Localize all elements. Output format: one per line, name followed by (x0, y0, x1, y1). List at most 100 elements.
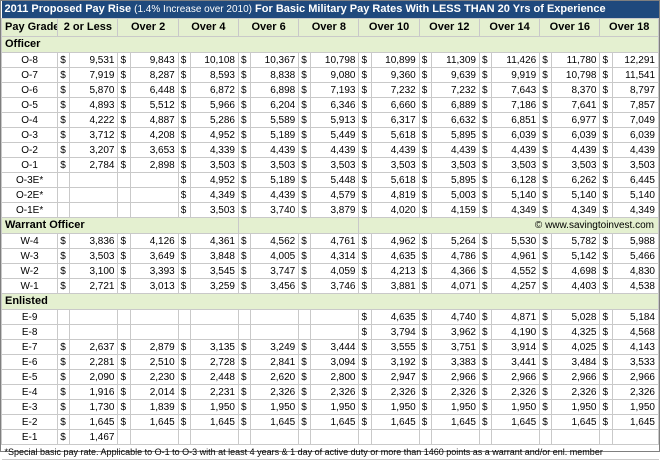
currency-cell: $ (599, 354, 613, 370)
currency-cell: $ (358, 187, 372, 203)
pay-value-cell: 1,645 (129, 414, 179, 430)
currency-cell (539, 429, 553, 445)
pay-value-cell: 11,541 (611, 67, 660, 83)
pay-value-cell (310, 309, 360, 325)
table-row: W-3 $3,503 $3,649 $3,848 $4,005 $4,314 $4,635 $… (0, 248, 660, 264)
currency-cell: $ (237, 82, 252, 98)
currency-cell: $ (57, 339, 71, 355)
section-spacer (237, 217, 360, 234)
pay-value-cell: 4,439 (370, 142, 420, 158)
title-main: 2011 Proposed Pay Rise (4, 3, 132, 15)
currency-cell: $ (478, 248, 493, 264)
table-row: O-2 $3,207 $3,653 $4,339 $4,439 $4,439 $4,439 $… (0, 142, 660, 158)
pay-value-cell: 2,231 (189, 384, 239, 400)
pay-value-cell: 2,281 (69, 354, 119, 370)
pay-value-cell: 5,140 (611, 187, 660, 203)
pay-value-cell: 2,800 (310, 369, 360, 385)
currency-cell: $ (478, 142, 493, 158)
footnote: *Special basic pay rate. Applicable to O… (1, 444, 659, 460)
pay-value-cell: 7,049 (611, 112, 660, 128)
currency-cell: $ (358, 324, 372, 340)
pay-value-cell: 2,326 (491, 384, 541, 400)
pay-value-cell: 5,988 (611, 233, 660, 249)
section-name: Enlisted (1, 293, 659, 310)
currency-cell: $ (418, 263, 432, 279)
currency-cell: $ (358, 233, 372, 249)
pay-value-cell: 9,843 (129, 52, 179, 68)
pay-grade-cell: W-1 (0, 278, 59, 294)
currency-cell: $ (117, 233, 131, 249)
currency-cell: $ (177, 414, 191, 430)
currency-cell: $ (539, 248, 553, 264)
currency-cell: $ (418, 202, 432, 218)
pay-value-cell: 7,919 (69, 67, 119, 83)
currency-cell: $ (358, 157, 372, 173)
currency-cell: $ (177, 67, 191, 83)
pay-value-cell: 6,448 (129, 82, 179, 98)
currency-cell: $ (478, 278, 493, 294)
pay-value-cell: 5,449 (310, 127, 360, 143)
pay-value-cell: 5,028 (551, 309, 601, 325)
section-header-row: Officer (1, 36, 659, 53)
pay-value-cell: 4,208 (129, 127, 179, 143)
pay-grade-cell: E-4 (0, 384, 59, 400)
currency-cell: $ (599, 52, 613, 68)
column-header: Over 18 (599, 18, 659, 37)
pay-value-cell: 4,349 (611, 202, 660, 218)
pay-value-cell: 3,259 (189, 278, 239, 294)
currency-cell: $ (237, 202, 252, 218)
pay-value-cell: 1,950 (430, 399, 480, 415)
currency-cell: $ (418, 414, 432, 430)
currency-cell: $ (298, 112, 312, 128)
pay-value-cell: 4,830 (611, 263, 660, 279)
currency-cell: $ (599, 369, 613, 385)
pay-value-cell: 1,950 (611, 399, 660, 415)
currency-cell: $ (57, 82, 71, 98)
currency-cell (57, 187, 71, 203)
section-name: Officer (1, 36, 659, 53)
currency-cell: $ (177, 52, 191, 68)
table-row: E-6 $2,281 $2,510 $2,728 $2,841 $3,094 $3,192 $… (0, 354, 660, 370)
currency-cell: $ (177, 369, 191, 385)
currency-cell (298, 429, 312, 445)
currency-cell: $ (418, 369, 432, 385)
table-row: E-7 $2,637 $2,879 $3,135 $3,249 $3,444 $3,555 $… (0, 339, 660, 355)
pay-value-cell: 6,632 (430, 112, 480, 128)
currency-cell: $ (237, 248, 252, 264)
currency-cell: $ (177, 202, 191, 218)
pay-value-cell: 5,782 (551, 233, 601, 249)
currency-cell: $ (117, 354, 131, 370)
pay-value-cell: 5,140 (551, 187, 601, 203)
pay-value-cell: 4,552 (491, 263, 541, 279)
table-row: E-2 $1,645 $1,645 $1,645 $1,645 $1,645 $1,645 $… (0, 414, 660, 430)
pay-value-cell: 3,649 (129, 248, 179, 264)
currency-cell: $ (237, 399, 252, 415)
currency-cell: $ (298, 399, 312, 415)
pay-value-cell: 1,645 (491, 414, 541, 430)
pay-value-cell: 6,977 (551, 112, 601, 128)
pay-grade-cell: O-6 (0, 82, 59, 98)
pay-value-cell (250, 309, 300, 325)
pay-value-cell: 2,728 (189, 354, 239, 370)
pay-value-cell: 7,641 (551, 97, 601, 113)
pay-table-sheet: 2011 Proposed Pay Rise (1.4% Increase ov… (0, 0, 660, 460)
currency-cell: $ (358, 369, 372, 385)
pay-value-cell: 4,349 (189, 187, 239, 203)
currency-cell (117, 309, 131, 325)
table-row: E-9 $4,635 $4,740 $4,871 $5,028 $5,184 (0, 309, 660, 325)
pay-value-cell: 2,784 (69, 157, 119, 173)
pay-value-cell: 1,645 (551, 414, 601, 430)
currency-cell: $ (117, 339, 131, 355)
currency-cell: $ (478, 399, 493, 415)
currency-cell: $ (539, 112, 553, 128)
currency-cell: $ (478, 309, 493, 325)
pay-value-cell: 3,503 (250, 157, 300, 173)
column-header: Over 16 (539, 18, 601, 37)
pay-value-cell: 1,950 (189, 399, 239, 415)
currency-cell: $ (358, 248, 372, 264)
pay-value-cell: 4,339 (189, 142, 239, 158)
pay-value-cell: 4,871 (491, 309, 541, 325)
currency-cell: $ (57, 112, 71, 128)
currency-cell: $ (599, 202, 613, 218)
pay-value-cell: 3,503 (430, 157, 480, 173)
